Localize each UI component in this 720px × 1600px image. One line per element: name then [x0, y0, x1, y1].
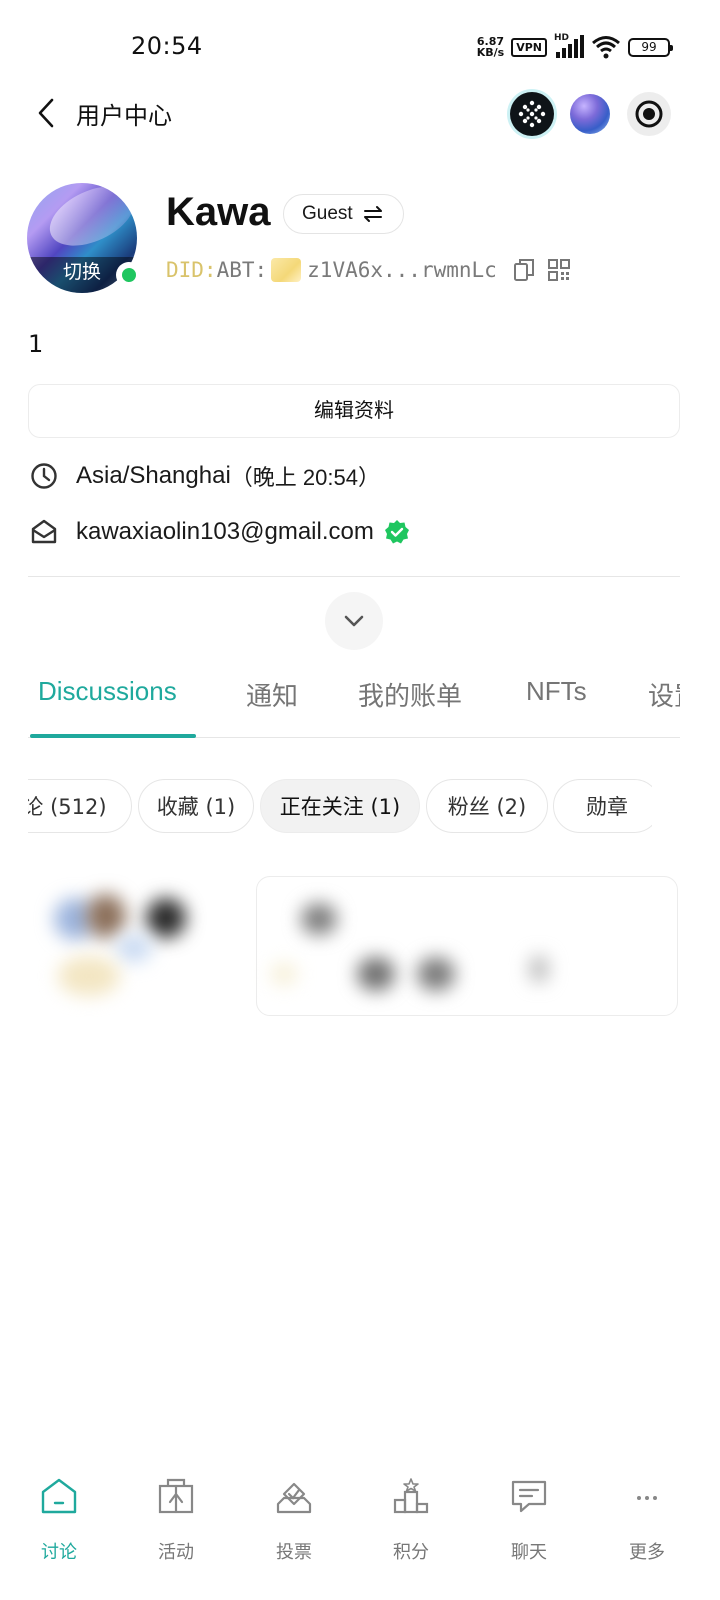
dots-grid-icon	[518, 100, 546, 128]
chip-favorites[interactable]: 收藏 (1)	[138, 779, 254, 833]
did-prefix: DID:	[166, 258, 217, 282]
swap-arrows-icon	[363, 206, 382, 222]
network-speed: 6.87 KB/s	[477, 36, 504, 58]
nav-label: 投票	[276, 1542, 312, 1563]
blurred-text	[271, 963, 297, 985]
tab-nfts[interactable]: NFTs	[526, 676, 587, 707]
email-row: kawaxiaolin103@gmail.com	[30, 512, 410, 552]
battery-icon: 99	[628, 37, 673, 57]
mail-icon	[31, 519, 57, 544]
filter-chips: 讨论 (512) 收藏 (1) 正在关注 (1) 粉丝 (2) 勋章	[28, 778, 652, 834]
qr-code-icon[interactable]	[547, 258, 571, 282]
did-address: z1VA6x...rwmnLc	[307, 258, 497, 282]
blurred-avatar	[116, 934, 152, 962]
did-chain: ABT:	[216, 258, 268, 282]
role-label: Guest	[302, 203, 353, 224]
nav-chat[interactable]: 聊天	[479, 1476, 579, 1576]
nav-votes[interactable]: 投票	[244, 1476, 344, 1576]
nav-label: 积分	[393, 1542, 429, 1563]
blurred-avatar	[58, 956, 120, 996]
edit-profile-button[interactable]: 编辑资料	[28, 384, 680, 438]
timezone-text: Asia/Shanghai	[76, 462, 231, 489]
network-speed-unit: KB/s	[476, 46, 505, 59]
timezone-row: Asia/Shanghai （晚上 20:54）	[30, 456, 380, 496]
copy-icon[interactable]	[513, 258, 535, 282]
vote-icon	[276, 1482, 312, 1514]
nav-label: 活动	[158, 1542, 194, 1563]
nav-label: 讨论	[41, 1542, 77, 1563]
status-icons: 6.87 KB/s VPN HD 99	[477, 33, 673, 60]
status-bar: 20:54 6.87 KB/s VPN HD 99	[0, 0, 720, 80]
blurred-avatar	[86, 894, 126, 938]
page-title: 用户中心	[76, 102, 172, 130]
following-card[interactable]	[256, 876, 678, 1016]
nav-activities[interactable]: 活动	[126, 1476, 226, 1576]
blurred-text	[417, 957, 455, 991]
nav-discussions[interactable]: 讨论	[9, 1476, 109, 1576]
blurred-text	[529, 955, 549, 983]
email-text: kawaxiaolin103@gmail.com	[76, 518, 374, 545]
expand-button[interactable]	[325, 592, 383, 650]
chevron-down-icon	[344, 615, 364, 627]
bottom-navigation: 讨论 活动 投票 积分 聊天 更多	[0, 1466, 720, 1600]
wifi-icon	[592, 36, 620, 59]
header-avatar[interactable]	[570, 94, 610, 134]
clock-icon	[31, 463, 57, 489]
verified-badge-icon	[384, 520, 409, 544]
target-icon	[635, 100, 663, 128]
chip-followers[interactable]: 粉丝 (2)	[426, 779, 548, 833]
signal-icon: HD	[554, 33, 584, 59]
back-button[interactable]	[32, 96, 62, 130]
nav-more[interactable]: 更多	[597, 1476, 697, 1576]
gift-icon	[158, 1478, 194, 1514]
nav-points[interactable]: 积分	[361, 1476, 461, 1576]
local-time-text: （晚上 20:54）	[230, 465, 380, 490]
leaderboard-icon	[393, 1478, 429, 1514]
blurred-text	[301, 903, 337, 935]
app-header: 用户中心	[0, 84, 720, 142]
nav-label: 聊天	[511, 1542, 547, 1563]
did-avatar-icon	[271, 258, 302, 282]
did-row: DID: ABT: z1VA6x...rwmnLc	[166, 255, 571, 285]
profile-tabs: Discussions 通知 我的账单 NFTs 设置	[0, 668, 680, 738]
status-time: 20:54	[131, 32, 203, 60]
tab-billing[interactable]: 我的账单	[358, 676, 462, 713]
chat-icon	[511, 1480, 547, 1513]
blurred-text	[357, 957, 395, 991]
home-icon	[41, 1478, 77, 1514]
record-button[interactable]	[627, 92, 671, 136]
chip-discussions[interactable]: 讨论 (512)	[28, 779, 132, 833]
chip-badges[interactable]: 勋章	[553, 779, 652, 833]
tab-notifications[interactable]: 通知	[246, 676, 298, 713]
tab-active-indicator	[30, 734, 196, 738]
blurred-avatar	[146, 898, 186, 938]
more-icon	[637, 1496, 657, 1500]
role-switch-button[interactable]: Guest	[283, 194, 404, 234]
chip-following[interactable]: 正在关注 (1)	[260, 779, 420, 833]
profile-bio: 1	[28, 330, 44, 358]
section-divider	[28, 576, 680, 577]
tab-discussions[interactable]: Discussions	[38, 676, 177, 707]
nav-label: 更多	[629, 1542, 665, 1563]
vpn-icon: VPN	[511, 37, 547, 57]
online-status-icon	[116, 262, 142, 288]
tab-settings[interactable]: 设置	[648, 676, 680, 713]
chevron-left-icon	[38, 98, 54, 128]
app-switcher-button[interactable]	[510, 92, 554, 136]
profile-name: Kawa	[166, 190, 271, 234]
